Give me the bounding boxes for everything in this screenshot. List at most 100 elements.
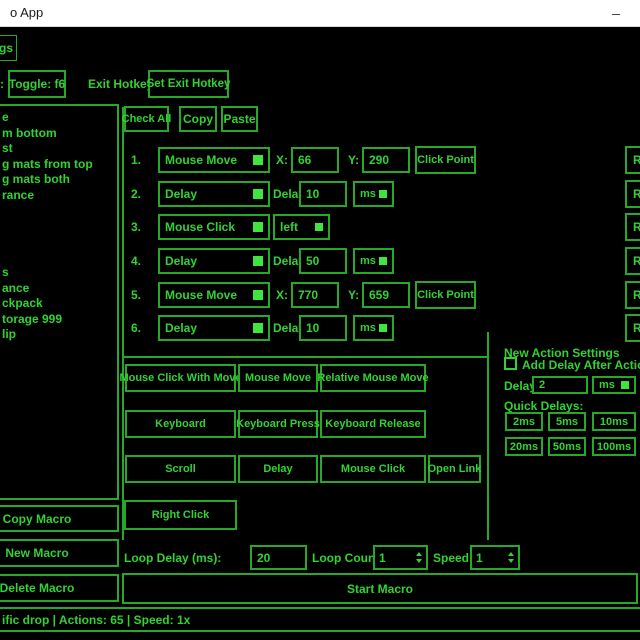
- add-delay-after-action-label: Add Delay After Action: [522, 358, 640, 372]
- add-scroll-button[interactable]: Scroll: [125, 455, 236, 483]
- y-input[interactable]: 290: [362, 147, 410, 173]
- macro-list-item[interactable]: torage 999: [2, 312, 117, 328]
- add-open-link-button[interactable]: Open Link: [428, 455, 481, 483]
- remove-action-button[interactable]: R: [625, 281, 640, 309]
- check-all-button[interactable]: Check All: [124, 106, 169, 132]
- add-mouse-move-button[interactable]: Mouse Move: [238, 364, 318, 392]
- remove-action-button[interactable]: R: [625, 213, 640, 241]
- macro-list-item[interactable]: g mats from top: [2, 157, 117, 173]
- menu-tab-settings[interactable]: gs: [0, 35, 17, 61]
- macro-list-item[interactable]: g mats both: [2, 172, 117, 188]
- button-label: Mouse Click With Move: [119, 372, 241, 384]
- button-label: Mouse Click: [341, 463, 405, 475]
- macro-list-item[interactable]: rance: [2, 188, 117, 204]
- macro-list-item[interactable]: st: [2, 141, 117, 157]
- remove-action-label: R: [633, 321, 640, 335]
- button-label: Scroll: [165, 463, 196, 475]
- delay-unit-dropdown[interactable]: ms: [353, 248, 394, 274]
- action-type-dropdown[interactable]: Delay: [158, 315, 270, 341]
- add-delay-button[interactable]: Delay: [238, 455, 318, 483]
- start-macro-button[interactable]: Start Macro: [122, 573, 638, 604]
- x-input[interactable]: 66: [291, 147, 339, 173]
- quick-delay-50ms-button[interactable]: 50ms: [548, 437, 586, 456]
- action-type-dropdown[interactable]: Mouse Click: [158, 214, 270, 240]
- action-row-number: 1.: [131, 153, 141, 167]
- remove-action-button[interactable]: R: [625, 146, 640, 174]
- add-keyboard-button[interactable]: Keyboard: [125, 410, 236, 438]
- macro-list[interactable]: e m bottom st g mats from top g mats bot…: [0, 104, 119, 500]
- macro-list-item[interactable]: ckpack: [2, 296, 117, 312]
- add-keyboard-press-button[interactable]: Keyboard Press: [238, 410, 318, 438]
- spinner-up-icon[interactable]: [508, 552, 514, 556]
- click-point-button[interactable]: Click Point: [415, 146, 476, 174]
- button-label: 10ms: [600, 416, 628, 428]
- button-label: 2ms: [513, 416, 535, 428]
- y-value: 659: [369, 288, 389, 302]
- delay-unit-dropdown[interactable]: ms: [353, 181, 394, 207]
- dropdown-indicator-icon: [621, 381, 629, 389]
- quick-delay-20ms-button[interactable]: 20ms: [505, 437, 543, 456]
- add-mouse-click-with-move-button[interactable]: Mouse Click With Move: [125, 364, 236, 392]
- quick-delay-5ms-button[interactable]: 5ms: [548, 412, 586, 431]
- delay-unit-dropdown[interactable]: ms: [353, 315, 394, 341]
- delay-input[interactable]: 10: [299, 315, 347, 341]
- delay-value: 50: [306, 254, 319, 268]
- add-mouse-click-button[interactable]: Mouse Click: [320, 455, 426, 483]
- x-input[interactable]: 770: [291, 282, 339, 308]
- button-label: Open Link: [428, 463, 482, 475]
- action-type-dropdown[interactable]: Mouse Move: [158, 147, 270, 173]
- speed-spinner[interactable]: 1: [470, 545, 520, 570]
- macro-app-window: o App – gs : Toggle: f6 Exit Hotkey: Set…: [0, 0, 640, 640]
- remove-action-button[interactable]: R: [625, 180, 640, 208]
- macro-list-item[interactable]: [2, 234, 117, 250]
- macro-list-item[interactable]: [2, 219, 117, 235]
- nas-delay-unit-dropdown[interactable]: ms: [592, 376, 636, 394]
- loop-count-spinner[interactable]: 1: [373, 545, 428, 570]
- set-exit-hotkey-button[interactable]: Set Exit Hotkey: [148, 70, 229, 98]
- spinner-arrows[interactable]: [416, 552, 422, 563]
- delay-input[interactable]: 50: [299, 248, 347, 274]
- macro-list-item[interactable]: lip: [2, 327, 117, 343]
- macro-list-item[interactable]: [2, 250, 117, 266]
- quick-delay-100ms-button[interactable]: 100ms: [592, 437, 636, 456]
- copy-macro-button[interactable]: Copy Macro: [0, 505, 119, 532]
- loop-delay-input[interactable]: 20: [250, 545, 307, 570]
- delete-macro-button[interactable]: Delete Macro: [0, 574, 119, 602]
- remove-action-label: R: [633, 254, 640, 268]
- action-row-number: 4.: [131, 254, 141, 268]
- add-relative-mouse-move-button[interactable]: Relative Mouse Move: [320, 364, 426, 392]
- action-type-dropdown[interactable]: Delay: [158, 248, 270, 274]
- dropdown-indicator-icon: [379, 190, 387, 198]
- remove-action-button[interactable]: R: [625, 247, 640, 275]
- macro-list-item[interactable]: e: [2, 110, 117, 126]
- minimize-button[interactable]: –: [600, 0, 632, 26]
- add-right-click-button[interactable]: Right Click: [124, 500, 237, 530]
- spinner-up-icon[interactable]: [416, 552, 422, 556]
- click-point-button[interactable]: Click Point: [415, 281, 476, 309]
- button-label: Keyboard: [155, 418, 206, 430]
- toggle-hotkey-button[interactable]: Toggle: f6: [8, 70, 66, 98]
- remove-action-button[interactable]: R: [625, 314, 640, 342]
- spinner-arrows[interactable]: [508, 552, 514, 563]
- spinner-down-icon[interactable]: [508, 559, 514, 563]
- nas-delay-input[interactable]: 2: [532, 376, 588, 394]
- add-delay-after-action-checkbox[interactable]: [504, 357, 517, 370]
- status-bar-text: ific drop | Actions: 65 | Speed: 1x: [2, 613, 190, 627]
- new-macro-button[interactable]: New Macro: [0, 539, 119, 567]
- action-type-dropdown[interactable]: Mouse Move: [158, 282, 270, 308]
- macro-list-item[interactable]: m bottom: [2, 126, 117, 142]
- y-input[interactable]: 659: [362, 282, 410, 308]
- macro-list-item[interactable]: [2, 203, 117, 219]
- macro-list-item[interactable]: s: [2, 265, 117, 281]
- quick-delay-2ms-button[interactable]: 2ms: [505, 412, 543, 431]
- loop-count-value: 1: [379, 551, 386, 565]
- spinner-down-icon[interactable]: [416, 559, 422, 563]
- copy-button[interactable]: Copy: [179, 106, 217, 132]
- paste-button[interactable]: Paste: [221, 106, 258, 132]
- mouse-button-dropdown[interactable]: left: [273, 214, 330, 240]
- macro-list-item[interactable]: ance: [2, 281, 117, 297]
- delay-input[interactable]: 10: [299, 181, 347, 207]
- add-keyboard-release-button[interactable]: Keyboard Release: [320, 410, 426, 438]
- action-type-dropdown[interactable]: Delay: [158, 181, 270, 207]
- quick-delay-10ms-button[interactable]: 10ms: [592, 412, 636, 431]
